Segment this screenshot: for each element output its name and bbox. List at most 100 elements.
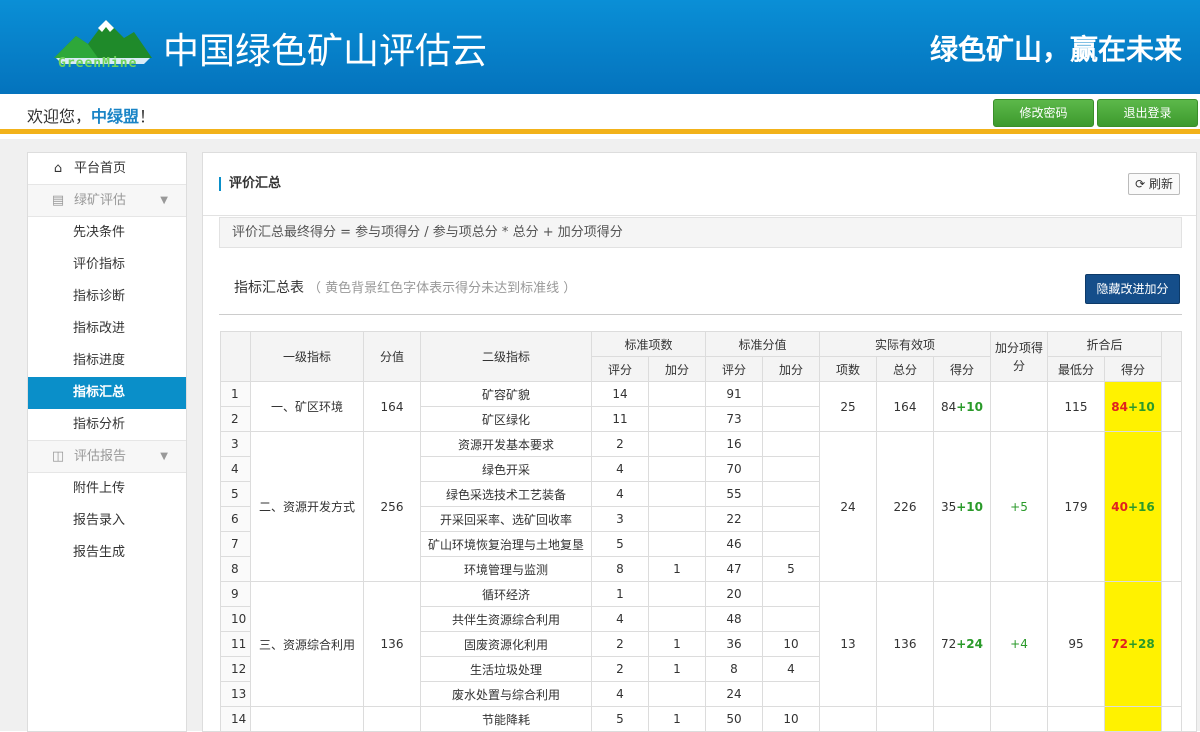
sidebar-item-report-entry[interactable]: 报告录入: [28, 505, 186, 537]
row-index: 4: [220, 456, 251, 482]
bonus-score: +4: [990, 581, 1048, 707]
user-bar: 欢迎您，中绿盟！ 修改密码 退出登录: [0, 94, 1200, 134]
std-value-add: 5: [762, 556, 820, 582]
std-count-add: [648, 606, 706, 632]
chevron-down-icon: ▼: [160, 195, 168, 206]
sidebar-item-improvement[interactable]: 指标改进: [28, 313, 186, 345]
actual-items: 13: [819, 581, 877, 707]
row-index: 6: [220, 506, 251, 532]
std-value-eval: 46: [705, 531, 763, 557]
slogan: 绿色矿山，赢在未来: [929, 33, 1182, 66]
std-count-add: [648, 531, 706, 557]
level2-indicator: 固废资源化利用: [420, 631, 592, 657]
sidebar-item-analysis[interactable]: 指标分析: [28, 409, 186, 441]
level2-indicator: 共伴生资源综合利用: [420, 606, 592, 632]
sidebar-item-upload[interactable]: 附件上传: [28, 473, 186, 505]
level1-score: 256: [363, 431, 421, 582]
welcome-text: 欢迎您，中绿盟！: [27, 107, 156, 126]
header-level2: 二级指标: [420, 331, 592, 382]
level2-indicator: 矿区绿化: [420, 406, 592, 432]
std-count-eval: 1: [591, 581, 649, 607]
sidebar-item-prerequisite[interactable]: 先决条件: [28, 217, 186, 249]
std-count-eval: 3: [591, 506, 649, 532]
std-value-eval: 8: [705, 656, 763, 682]
header-std-value: 标准分值: [705, 331, 820, 357]
header-converted: 折合后: [1047, 331, 1162, 357]
std-value-add: 10: [762, 706, 820, 732]
header-spacer: [1161, 331, 1182, 382]
header-bonus: 加分项得分: [990, 331, 1048, 382]
bar-chart-icon: ▤: [51, 193, 65, 208]
actual-items: 25: [819, 381, 877, 432]
bonus-score: [990, 381, 1048, 432]
document-icon: ◫: [51, 449, 65, 464]
row-index: 5: [220, 481, 251, 507]
refresh-icon: ⟳: [1135, 177, 1146, 191]
table-title: 指标汇总表（ 黄色背景红色字体表示得分未达到标准线 ）: [234, 280, 577, 296]
std-count-eval: 5: [591, 706, 649, 732]
level2-indicator: 矿容矿貌: [420, 381, 592, 407]
level2-indicator: 资源开发基本要求: [420, 431, 592, 457]
std-count-add: [648, 581, 706, 607]
table-row: 3 二、资源开发方式 256 资源开发基本要求 2 16 24 226 35+10 +5 179 40…: [220, 431, 1182, 582]
std-value-add: 10: [762, 631, 820, 657]
sidebar-item-report-generate[interactable]: 报告生成: [28, 537, 186, 569]
std-value-eval: 24: [705, 681, 763, 707]
row-index: 7: [220, 531, 251, 557]
header-add: 加分: [648, 356, 706, 382]
home-icon: ⌂: [53, 161, 63, 176]
header-score: 分值: [363, 331, 421, 382]
actual-got: 35+10: [933, 431, 991, 582]
row-index: 10: [220, 606, 251, 632]
actual-total: 164: [876, 381, 934, 432]
sidebar-group-report[interactable]: ◫ 评估报告 ▼: [28, 441, 186, 473]
level2-indicator: 废水处置与综合利用: [420, 681, 592, 707]
table-row: 14 节能降耗 5 1 50 10: [220, 706, 1182, 732]
bonus-score: [990, 706, 1048, 732]
final-score: 84+10: [1104, 381, 1162, 432]
std-value-eval: 50: [705, 706, 763, 732]
row-index: 11: [220, 631, 251, 657]
sidebar-item-home[interactable]: ⌂ 平台首页: [28, 153, 186, 185]
sidebar: ⌂ 平台首页 ▤ 绿矿评估 ▼ 先决条件 评价指标 指标诊断 指标改进 指标进度 指…: [27, 152, 187, 732]
row-index: 1: [220, 381, 251, 407]
username[interactable]: 中绿盟: [91, 107, 139, 126]
sidebar-item-summary[interactable]: 指标汇总: [28, 377, 186, 409]
min-score: [1047, 706, 1105, 732]
std-value-eval: 22: [705, 506, 763, 532]
row-spacer: [1161, 431, 1182, 582]
change-password-button[interactable]: 修改密码: [993, 99, 1094, 127]
std-count-eval: 4: [591, 456, 649, 482]
sidebar-item-progress[interactable]: 指标进度: [28, 345, 186, 377]
std-count-eval: 8: [591, 556, 649, 582]
row-index: 13: [220, 681, 251, 707]
sidebar-item-indicators[interactable]: 评价指标: [28, 249, 186, 281]
std-value-add: [762, 531, 820, 557]
logout-button[interactable]: 退出登录: [1097, 99, 1198, 127]
std-value-add: [762, 506, 820, 532]
row-index: 14: [220, 706, 251, 732]
level1-indicator: 三、资源综合利用: [250, 581, 364, 707]
hide-bonus-button[interactable]: 隐藏改进加分: [1085, 274, 1180, 304]
sidebar-item-diagnosis[interactable]: 指标诊断: [28, 281, 186, 313]
std-value-eval: 48: [705, 606, 763, 632]
table-note: （ 黄色背景红色字体表示得分未达到标准线 ）: [308, 281, 577, 296]
std-count-add: [648, 506, 706, 532]
level1-score: 136: [363, 581, 421, 707]
level1-indicator: 一、矿区环境: [250, 381, 364, 432]
std-count-eval: 14: [591, 381, 649, 407]
row-index: 9: [220, 581, 251, 607]
header-eval: 评分: [705, 356, 763, 382]
table-row: 9 三、资源综合利用 136 循环经济 1 20 13 136 72+24 +4 95 72+28: [220, 581, 1182, 707]
std-count-eval: 2: [591, 431, 649, 457]
min-score: 115: [1047, 381, 1105, 432]
std-count-add: 1: [648, 656, 706, 682]
chevron-down-icon: ▼: [160, 451, 168, 462]
header-eval: 评分: [591, 356, 649, 382]
std-count-add: 1: [648, 631, 706, 657]
std-count-add: [648, 481, 706, 507]
std-value-add: [762, 456, 820, 482]
std-value-eval: 47: [705, 556, 763, 582]
refresh-button[interactable]: ⟳ 刷新: [1128, 173, 1180, 195]
sidebar-group-evaluation[interactable]: ▤ 绿矿评估 ▼: [28, 185, 186, 217]
